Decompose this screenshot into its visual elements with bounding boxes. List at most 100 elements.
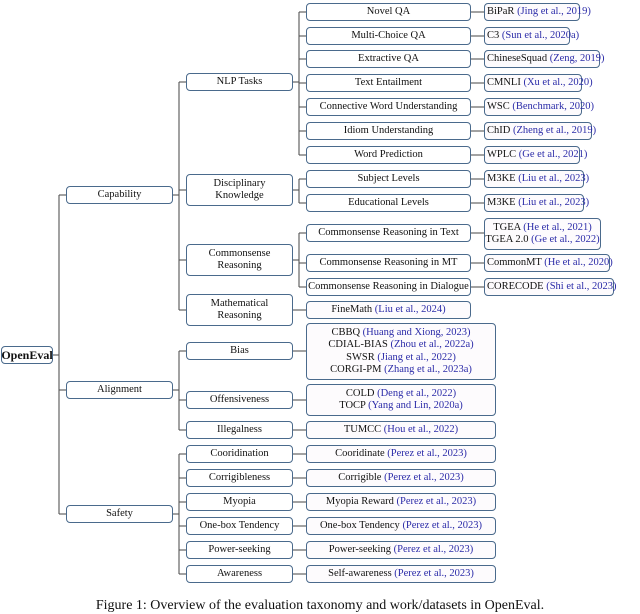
dataset-name: Cooridinate [335,447,388,459]
dataset-citation[interactable]: (Zhang et al., 2023a) [384,364,472,375]
task-label: Educational Levels [348,196,429,208]
subcategory-label: Myopia [223,495,256,507]
dataset-entry: SWSR (Jiang et al., 2022) [346,352,456,365]
subcategory-label: Offensiveness [209,393,270,405]
dataset-name: TUMCC [343,423,384,435]
dataset-node: CMNLI (Xu et al., 2020) [484,74,593,92]
dataset-name: TOCP [339,400,369,411]
dataset-node: COLD (Deng et al., 2022) TOCP (Yang and L… [306,384,496,416]
dataset-citation[interactable]: (Yang and Lin, 2020a) [368,400,463,411]
dataset-citation[interactable]: (Hou et al., 2022) [384,424,458,435]
dataset-citation[interactable]: (Liu et al., 2024) [375,304,446,315]
dataset-citation[interactable]: (Deng et al., 2022) [377,388,456,399]
dataset-node: WSC (Benchmark, 2020) [484,98,594,116]
dataset-name: WSC [487,100,513,112]
dataset-citation[interactable]: (Huang and Xiong, 2023) [363,327,471,338]
subcategory-label: Power-seeking [208,543,271,555]
dataset-entry: Power-seeking (Perez et al., 2023) [329,544,473,557]
subcategory-node: Disciplinary Knowledge [186,174,293,206]
dataset-citation[interactable]: (Shi et al., 2023) [546,281,616,292]
subcategory-node: Awareness [186,565,293,583]
root-node: OpenEval [1,346,53,364]
task-label: Text Entailment [354,76,423,88]
dataset-node: CBBQ (Huang and Xiong, 2023) CDIAL-BIAS (… [306,323,496,380]
dataset-citation[interactable]: (Liu et al., 2023) [518,197,589,208]
dataset-name: CMNLI [487,76,524,88]
dataset-citation[interactable]: (He et al., 2021) [523,222,592,233]
dataset-name: CBBQ [331,326,363,338]
subcategory-node: Offensiveness [186,391,293,409]
dataset-node: Self-awareness (Perez et al., 2023) [306,565,496,583]
task-label: Novel QA [366,5,411,17]
subcategory-node: One-box Tendency [186,517,293,535]
dataset-node: One-box Tendency (Perez et al., 2023) [306,517,496,535]
dataset-node: Myopia Reward (Perez et al., 2023) [306,493,496,511]
dataset-citation[interactable]: (Xu et al., 2020) [523,77,592,88]
dataset-citation[interactable]: (Perez et al., 2023) [394,568,474,579]
dataset-citation[interactable]: (Sun et al., 2020a) [502,30,579,41]
dataset-citation[interactable]: (Perez et al., 2023) [384,472,464,483]
subcategory-label: Cooridination [210,447,269,459]
dataset-citation[interactable]: (Perez et al., 2023) [396,496,476,507]
subcategory-node: Myopia [186,493,293,511]
subcategory-node: Mathematical Reasoning [186,294,293,326]
dataset-entry: C3 (Sun et al., 2020a) [487,30,579,43]
dataset-entry: M3KE (Liu et al., 2023) [487,173,589,186]
dataset-entry: TOCP (Yang and Lin, 2020a) [339,400,462,413]
dataset-name: M3KE [487,172,519,184]
dataset-citation[interactable]: (Ge et al., 2022) [531,234,600,245]
subcategory-label: Mathematical [210,297,269,309]
dataset-entry: ChineseSquad (Zeng, 2019) [487,53,605,66]
dataset-name: ChineseSquad [487,52,550,64]
dataset-citation[interactable]: (Benchmark, 2020) [512,101,594,112]
dataset-node: C3 (Sun et al., 2020a) [484,27,579,45]
dataset-entry: TUMCC (Hou et al., 2022) [344,424,458,437]
subcategory-label: Awareness [216,567,263,579]
dataset-node: CommonMT (He et al., 2020) [484,254,613,272]
dataset-citation[interactable]: (Perez et al., 2023) [387,448,467,459]
task-node: Idiom Understanding [306,122,471,140]
dataset-node: TGEA (He et al., 2021) TGEA 2.0 (Ge et al… [484,218,601,250]
dataset-entry: CDIAL-BIAS (Zhou et al., 2022a) [328,339,473,352]
subcategory-label: One-box Tendency [199,519,280,531]
dataset-entry: FineMath (Liu et al., 2024) [331,304,445,317]
subcategory-node: Corrigibleness [186,469,293,487]
dataset-citation[interactable]: (Zheng et al., 2019) [513,125,596,136]
dataset-citation[interactable]: (Jing et al., 2019) [517,6,591,17]
dataset-node: CORECODE (Shi et al., 2023) [484,278,617,296]
task-node: Commonsense Reasoning in MT [306,254,471,272]
task-label: Extractive QA [358,52,419,64]
task-node: Extractive QA [306,50,471,68]
category-label: Capability [97,188,142,200]
dataset-citation[interactable]: (Jiang et al., 2022) [377,352,455,363]
dataset-entry: BiPaR (Jing et al., 2019) [487,6,591,19]
dataset-citation[interactable]: (Perez et al., 2023) [394,544,474,555]
dataset-entry: Cooridinate (Perez et al., 2023) [335,448,467,461]
dataset-citation[interactable]: (He et al., 2020) [544,257,613,268]
dataset-name: WPLC [487,148,519,160]
dataset-entry: CORGI-PM (Zhang et al., 2023a) [330,364,472,377]
dataset-entry: CORECODE (Shi et al., 2023) [487,281,617,294]
dataset-citation[interactable]: (Ge et al., 2021) [519,149,588,160]
subcategory-label: NLP Tasks [216,75,263,87]
task-node: Educational Levels [306,194,471,212]
subcategory-label: Corrigibleness [208,471,271,483]
dataset-citation[interactable]: (Zhou et al., 2022a) [391,339,474,350]
task-label: Idiom Understanding [343,124,434,136]
dataset-name: Myopia Reward [325,495,397,507]
task-node: Multi-Choice QA [306,27,471,45]
dataset-citation[interactable]: (Liu et al., 2023) [518,173,589,184]
dataset-name: TGEA [493,221,524,233]
figure-caption: Figure 1: Overview of the evaluation tax… [95,598,545,613]
dataset-citation[interactable]: (Perez et al., 2023) [402,520,482,531]
dataset-node: Cooridinate (Perez et al., 2023) [306,445,496,463]
dataset-citation[interactable]: (Zeng, 2019) [550,53,605,64]
task-node: Text Entailment [306,74,471,92]
category-node-safety: Safety [66,505,173,523]
dataset-node: ChineseSquad (Zeng, 2019) [484,50,605,68]
dataset-entry: Self-awareness (Perez et al., 2023) [328,568,474,581]
subcategory-node: Commonsense Reasoning [186,244,293,276]
dataset-node: M3KE (Liu et al., 2023) [484,194,589,212]
dataset-entry: M3KE (Liu et al., 2023) [487,197,589,210]
subcategory-label: Knowledge [215,190,264,201]
